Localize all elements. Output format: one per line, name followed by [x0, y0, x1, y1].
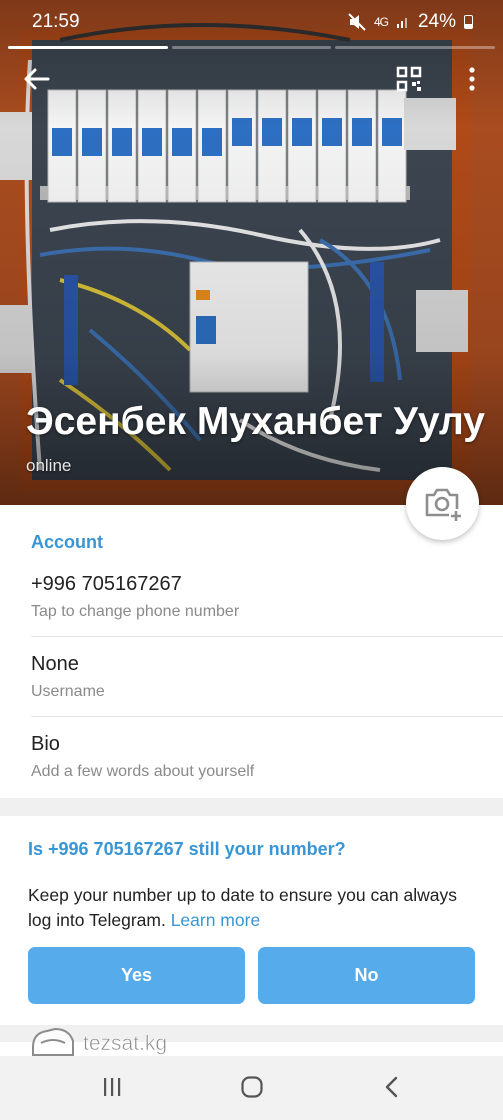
set-photo-button[interactable] — [406, 467, 479, 540]
phone-row[interactable]: +996 705167267 Tap to change phone numbe… — [0, 573, 503, 653]
photo-indicator — [8, 46, 496, 49]
more-vertical-icon[interactable] — [462, 66, 482, 92]
bio-value: Bio — [31, 733, 60, 755]
photo-indicator-segment — [335, 46, 496, 49]
nav-back-icon[interactable] — [384, 1076, 400, 1098]
mute-icon — [348, 13, 366, 31]
account-section: Account +996 705167267 Tap to change pho… — [0, 505, 503, 798]
qr-code-icon[interactable] — [396, 66, 422, 92]
home-icon[interactable] — [240, 1076, 264, 1098]
status-indicators: 4G 24% — [348, 11, 473, 33]
divider — [31, 636, 503, 637]
number-check-text: Keep your number up to date to ensure yo… — [28, 883, 478, 933]
profile-status: online — [26, 456, 72, 475]
divider — [31, 716, 503, 717]
photo-indicator-segment — [171, 46, 332, 49]
number-check-card: Is +996 705167267 still your number? Kee… — [0, 816, 503, 1025]
phone-hint: Tap to change phone number — [31, 603, 240, 620]
no-button[interactable]: No — [258, 947, 475, 1004]
status-time: 21:59 — [32, 11, 80, 32]
battery-percent: 24% — [417, 11, 456, 32]
svg-text:tezsat.kg: tezsat.kg — [83, 1032, 167, 1055]
profile-header: 21:59 4G 24% Эсенбек Муханбет Уулу onlin… — [0, 0, 503, 505]
photo-indicator-active — [8, 46, 168, 49]
username-value: None — [31, 653, 79, 675]
bio-row[interactable]: Bio Add a few words about yourself — [0, 733, 503, 813]
recent-apps-icon[interactable] — [102, 1076, 122, 1098]
status-bar: 21:59 4G 24% — [0, 0, 503, 44]
network-type: 4G — [373, 15, 389, 29]
learn-more-link[interactable]: Learn more — [171, 910, 261, 930]
account-section-title: Account — [31, 532, 103, 552]
bio-hint: Add a few words about yourself — [31, 763, 255, 780]
back-arrow-icon[interactable] — [22, 64, 52, 94]
username-hint: Username — [31, 683, 105, 700]
yes-button[interactable]: Yes — [28, 947, 245, 1004]
profile-name: Эсенбек Муханбет Уулу — [26, 400, 485, 443]
camera-add-icon — [425, 488, 463, 523]
number-check-title: Is +996 705167267 still your number? — [28, 839, 346, 859]
username-row[interactable]: None Username — [0, 653, 503, 733]
battery-icon — [464, 15, 473, 29]
phone-number: +996 705167267 — [31, 573, 182, 595]
signal-icon — [396, 18, 407, 28]
system-nav-bar — [0, 1056, 503, 1120]
